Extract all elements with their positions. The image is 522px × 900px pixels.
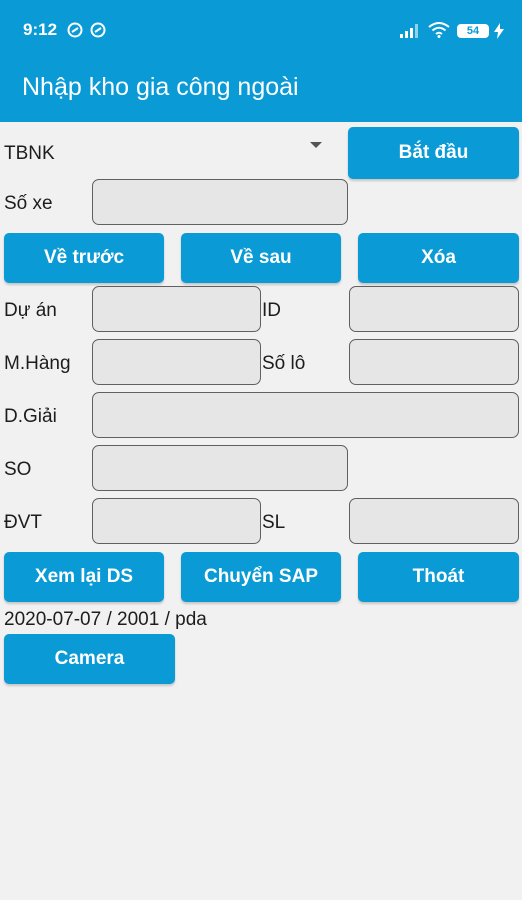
next-button[interactable]: Về sau — [181, 233, 341, 283]
id-field[interactable] — [349, 286, 519, 332]
warehouse-dropdown[interactable]: TBNK — [0, 132, 334, 172]
battery-level: 54 — [466, 25, 480, 37]
battery-icon: 54 — [457, 24, 489, 38]
session-info: 2020-07-07 / 2001 / pda — [4, 609, 207, 630]
qty-field[interactable] — [349, 498, 519, 544]
so-label: SO — [4, 459, 32, 480]
description-label: D.Giải — [4, 406, 57, 427]
charging-icon — [494, 23, 504, 39]
qty-label: SL — [262, 512, 286, 533]
project-field[interactable] — [92, 286, 261, 332]
app-bar: Nhập kho gia công ngoài — [0, 60, 522, 122]
start-button[interactable]: Bắt đầu — [348, 127, 519, 179]
prev-button[interactable]: Về trước — [4, 233, 164, 283]
item-code-field[interactable] — [92, 339, 261, 385]
lot-field[interactable] — [349, 339, 519, 385]
camera-button[interactable]: Camera — [4, 634, 175, 684]
wifi-icon — [428, 22, 450, 38]
vehicle-label: Số xe — [4, 193, 53, 214]
warehouse-dropdown-value: TBNK — [4, 143, 55, 164]
dropdown-arrow-icon — [310, 142, 322, 148]
item-code-label: M.Hàng — [4, 353, 71, 374]
vehicle-field[interactable] — [92, 179, 348, 225]
nfc-icon — [90, 22, 106, 38]
nfc-icon — [67, 22, 83, 38]
unit-field[interactable] — [92, 498, 261, 544]
id-label: ID — [262, 300, 281, 321]
project-label: Dự án — [4, 300, 57, 321]
review-list-button[interactable]: Xem lại DS — [4, 552, 164, 602]
transfer-sap-button[interactable]: Chuyển SAP — [181, 552, 341, 602]
status-bar: 9:12 54 — [0, 0, 522, 60]
description-field[interactable] — [92, 392, 519, 438]
exit-button[interactable]: Thoát — [358, 552, 519, 602]
signal-icon — [400, 24, 418, 38]
unit-label: ĐVT — [4, 512, 42, 533]
page-title: Nhập kho gia công ngoài — [22, 73, 299, 101]
delete-button[interactable]: Xóa — [358, 233, 519, 283]
status-time: 9:12 — [23, 20, 58, 39]
lot-label: Số lô — [262, 353, 306, 374]
so-field[interactable] — [92, 445, 348, 491]
